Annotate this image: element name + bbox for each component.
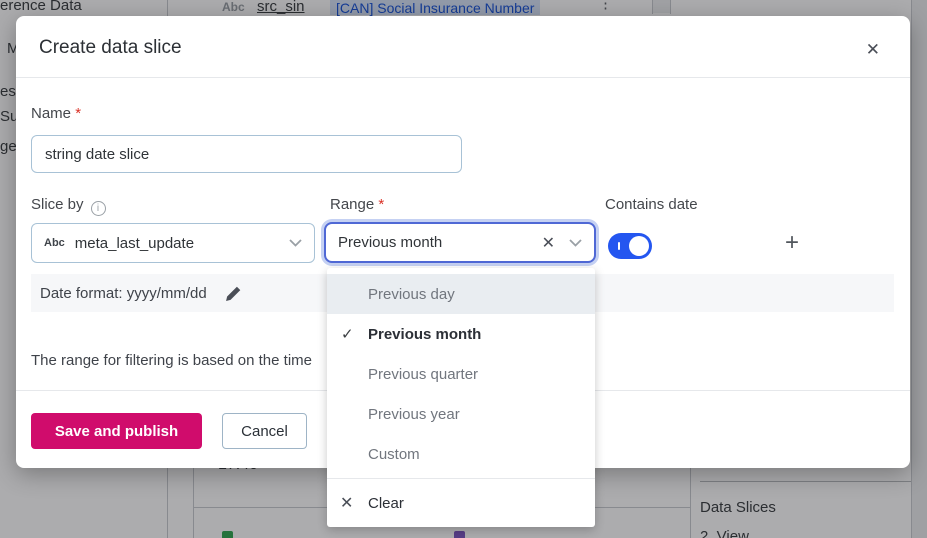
range-label: Range * xyxy=(330,196,384,213)
helper-text: The range for filtering is based on the … xyxy=(31,352,312,369)
required-asterisk: * xyxy=(378,196,384,213)
clear-selection-icon[interactable]: ✕ xyxy=(542,233,555,253)
edit-pencil-icon[interactable] xyxy=(225,285,242,302)
checkmark-icon: ✓ xyxy=(341,325,354,343)
chevron-down-icon xyxy=(569,239,582,247)
menu-option-previous-year[interactable]: Previous year xyxy=(327,394,595,434)
abc-type-icon: Abc xyxy=(44,237,65,249)
name-input-wrap xyxy=(31,135,462,173)
menu-option-previous-month[interactable]: ✓ Previous month xyxy=(327,314,595,354)
slice-by-value: meta_last_update xyxy=(75,235,194,252)
range-options-menu: Previous day ✓ Previous month Previous q… xyxy=(327,268,595,527)
cancel-button[interactable]: Cancel xyxy=(222,413,307,449)
contains-date-toggle[interactable] xyxy=(608,233,652,259)
range-value: Previous month xyxy=(338,234,442,251)
close-icon[interactable]: ✕ xyxy=(866,41,880,58)
required-asterisk: * xyxy=(75,105,81,122)
contains-date-label: Contains date xyxy=(605,196,698,213)
menu-option-previous-quarter[interactable]: Previous quarter xyxy=(327,354,595,394)
menu-option-previous-day[interactable]: Previous day xyxy=(327,274,595,314)
app-screen: erence Data M es Su ge Abc src_sin [CAN]… xyxy=(0,0,927,538)
date-format-text: Date format: yyyy/mm/dd xyxy=(40,285,207,302)
toggle-knob xyxy=(629,236,649,256)
toggle-on-mark xyxy=(618,242,620,250)
clear-x-icon: ✕ xyxy=(340,493,353,513)
modal-header-divider xyxy=(16,77,910,78)
name-label: Name * xyxy=(31,105,81,122)
modal-title: Create data slice xyxy=(39,37,182,59)
range-select[interactable]: Previous month ✕ xyxy=(324,222,596,263)
chevron-down-icon xyxy=(289,239,302,247)
info-icon[interactable]: i xyxy=(91,201,106,216)
menu-option-custom[interactable]: Custom xyxy=(327,434,595,474)
menu-clear-action[interactable]: ✕ Clear xyxy=(327,479,595,527)
name-input[interactable] xyxy=(31,135,462,173)
slice-by-select[interactable]: Abc meta_last_update xyxy=(31,223,315,263)
slice-by-label: Slice byi xyxy=(31,196,106,216)
save-and-publish-button[interactable]: Save and publish xyxy=(31,413,202,449)
add-condition-button[interactable]: + xyxy=(785,233,799,253)
